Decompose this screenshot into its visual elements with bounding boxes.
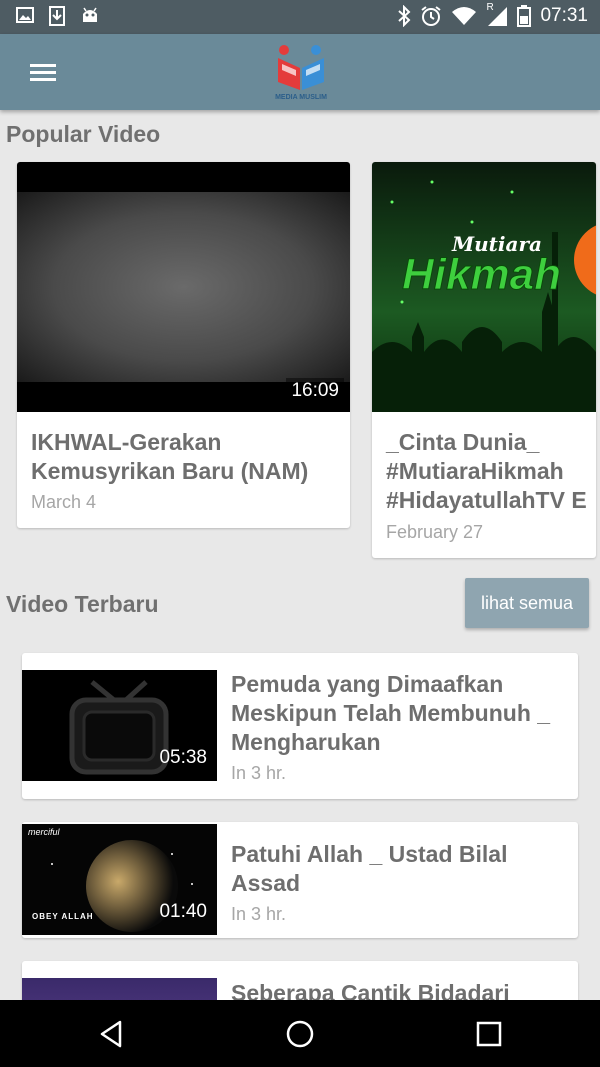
signal-icon: R bbox=[486, 2, 508, 27]
android-icon bbox=[83, 7, 97, 22]
app-logo: MEDIA MUSLIM bbox=[270, 42, 332, 104]
home-icon[interactable] bbox=[284, 1018, 316, 1050]
see-all-button[interactable]: lihat semua bbox=[465, 578, 589, 628]
video-title: Pemuda yang Dimaafkan Meskipun Telah Mem… bbox=[231, 671, 551, 755]
back-icon[interactable] bbox=[96, 1018, 128, 1050]
battery-icon bbox=[517, 5, 532, 27]
video-thumbnail: 05:38 bbox=[22, 670, 217, 781]
video-date: In 3 hr. bbox=[231, 904, 287, 924]
video-thumbnail bbox=[22, 978, 217, 1000]
video-duration: 05:38 bbox=[159, 747, 207, 768]
video-date: March 4 bbox=[31, 492, 97, 512]
menu-icon-line bbox=[30, 64, 56, 67]
bluetooth-icon bbox=[398, 5, 411, 27]
popular-video-card[interactable]: Mutiara Hikmah _Cinta Dunia_ #MutiaraHik… bbox=[372, 162, 596, 558]
video-duration: 16:09 bbox=[286, 378, 344, 404]
menu-icon-line bbox=[30, 71, 56, 74]
video-thumbnail: Mutiara Hikmah bbox=[372, 162, 596, 412]
recents-icon[interactable] bbox=[473, 1018, 505, 1050]
latest-section-title: Video Terbaru bbox=[6, 591, 159, 617]
latest-video-card[interactable]: 05:38 Pemuda yang Dimaafkan Meskipun Tel… bbox=[22, 653, 578, 799]
status-time: 07:31 bbox=[540, 5, 588, 26]
alarm-icon bbox=[421, 6, 442, 26]
navigation-bar bbox=[0, 1000, 600, 1067]
video-thumbnail: 16:09 bbox=[17, 162, 350, 412]
video-title: Seberapa Cantik Bidadari bbox=[231, 980, 510, 1000]
menu-button[interactable] bbox=[26, 58, 62, 86]
video-duration: 01:40 bbox=[159, 901, 207, 922]
video-date: In 3 hr. bbox=[231, 763, 287, 783]
video-date: February 27 bbox=[386, 522, 484, 542]
download-icon bbox=[49, 6, 65, 26]
app-bar: MEDIA MUSLIM bbox=[0, 34, 600, 110]
video-title: IKHWAL-Gerakan Kemusyrikan Baru (NAM) bbox=[31, 429, 309, 484]
video-thumbnail: merciful OBEY ALLAH 01:40 bbox=[22, 824, 217, 935]
roaming-label: R bbox=[486, 2, 494, 13]
wifi-icon bbox=[452, 7, 477, 25]
menu-icon-line bbox=[30, 78, 56, 81]
thumbnail-image bbox=[17, 192, 350, 382]
popular-video-card[interactable]: 16:09 IKHWAL-Gerakan Kemusyrikan Baru (N… bbox=[17, 162, 350, 528]
image-icon bbox=[16, 7, 34, 23]
popular-section-title: Popular Video bbox=[6, 121, 161, 147]
latest-video-card[interactable]: merciful OBEY ALLAH 01:40 Patuhi Allah _… bbox=[22, 822, 578, 938]
status-bar: R 07:31 bbox=[0, 0, 600, 34]
thumbnail-text-big: Hikmah bbox=[402, 250, 562, 300]
latest-video-card[interactable]: Seberapa Cantik Bidadari bbox=[22, 961, 578, 1000]
thumbnail-text-bottom: OBEY ALLAH bbox=[32, 912, 94, 921]
thumbnail-text-top: merciful bbox=[28, 827, 60, 837]
video-title: _Cinta Dunia_ #MutiaraHikmah #Hidayatull… bbox=[386, 429, 587, 513]
main-content: Popular Video 16:09 IKHWAL-Gerakan Kemus… bbox=[0, 110, 600, 1000]
logo-text: MEDIA MUSLIM bbox=[275, 94, 327, 101]
video-title: Patuhi Allah _ Ustad Bilal Assad bbox=[231, 841, 508, 896]
